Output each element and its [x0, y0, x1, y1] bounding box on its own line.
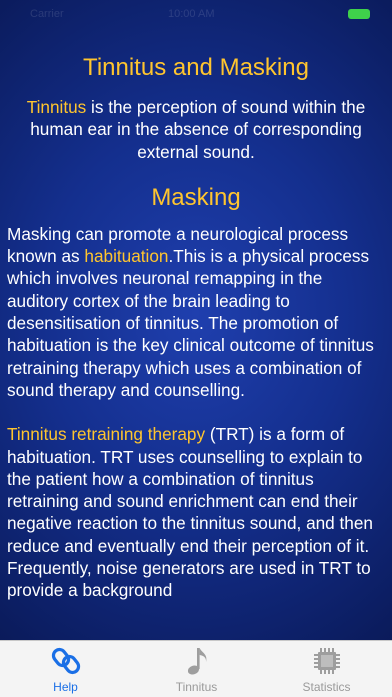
habituation-term: habituation — [84, 246, 169, 267]
battery-icon — [348, 9, 370, 19]
help-content[interactable]: Tinnitus and Masking Tinnitus is the per… — [0, 52, 392, 640]
tab-bar: Help Tinnitus Statistics — [0, 640, 392, 697]
tab-statistics-label: Statistics — [302, 680, 351, 694]
trt-term: Tinnitus retraining therapy — [7, 424, 206, 445]
carrier-text: Carrier — [30, 8, 64, 20]
music-note-icon — [187, 648, 206, 675]
tab-statistics[interactable]: Statistics — [261, 641, 392, 697]
tinnitus-term: Tinnitus — [26, 97, 87, 117]
tab-tinnitus[interactable]: Tinnitus — [131, 641, 262, 697]
help-screen: Carrier 10:00 AM Tinnitus and Masking Ti… — [0, 0, 392, 697]
clock-text: 10:00 AM — [168, 8, 215, 20]
intro-paragraph: Tinnitus is the perception of sound with… — [0, 96, 392, 163]
trt-text: (TRT) is a form of habituation. TRT uses… — [7, 424, 373, 601]
link-icon — [51, 647, 80, 675]
masking-heading: Masking — [151, 183, 241, 211]
tab-help-label: Help — [53, 680, 78, 694]
masking-paragraph: Masking can promote a neurological proce… — [0, 223, 392, 401]
tab-tinnitus-label: Tinnitus — [175, 680, 218, 694]
masking-text-post: .This is a physical process which involv… — [7, 246, 374, 400]
tab-help[interactable]: Help — [0, 641, 131, 697]
trt-paragraph: Tinnitus retraining therapy (TRT) is a f… — [0, 423, 392, 601]
status-bar: Carrier 10:00 AM — [0, 0, 392, 26]
page-title: Tinnitus and Masking — [83, 54, 309, 81]
chip-icon — [313, 648, 340, 674]
